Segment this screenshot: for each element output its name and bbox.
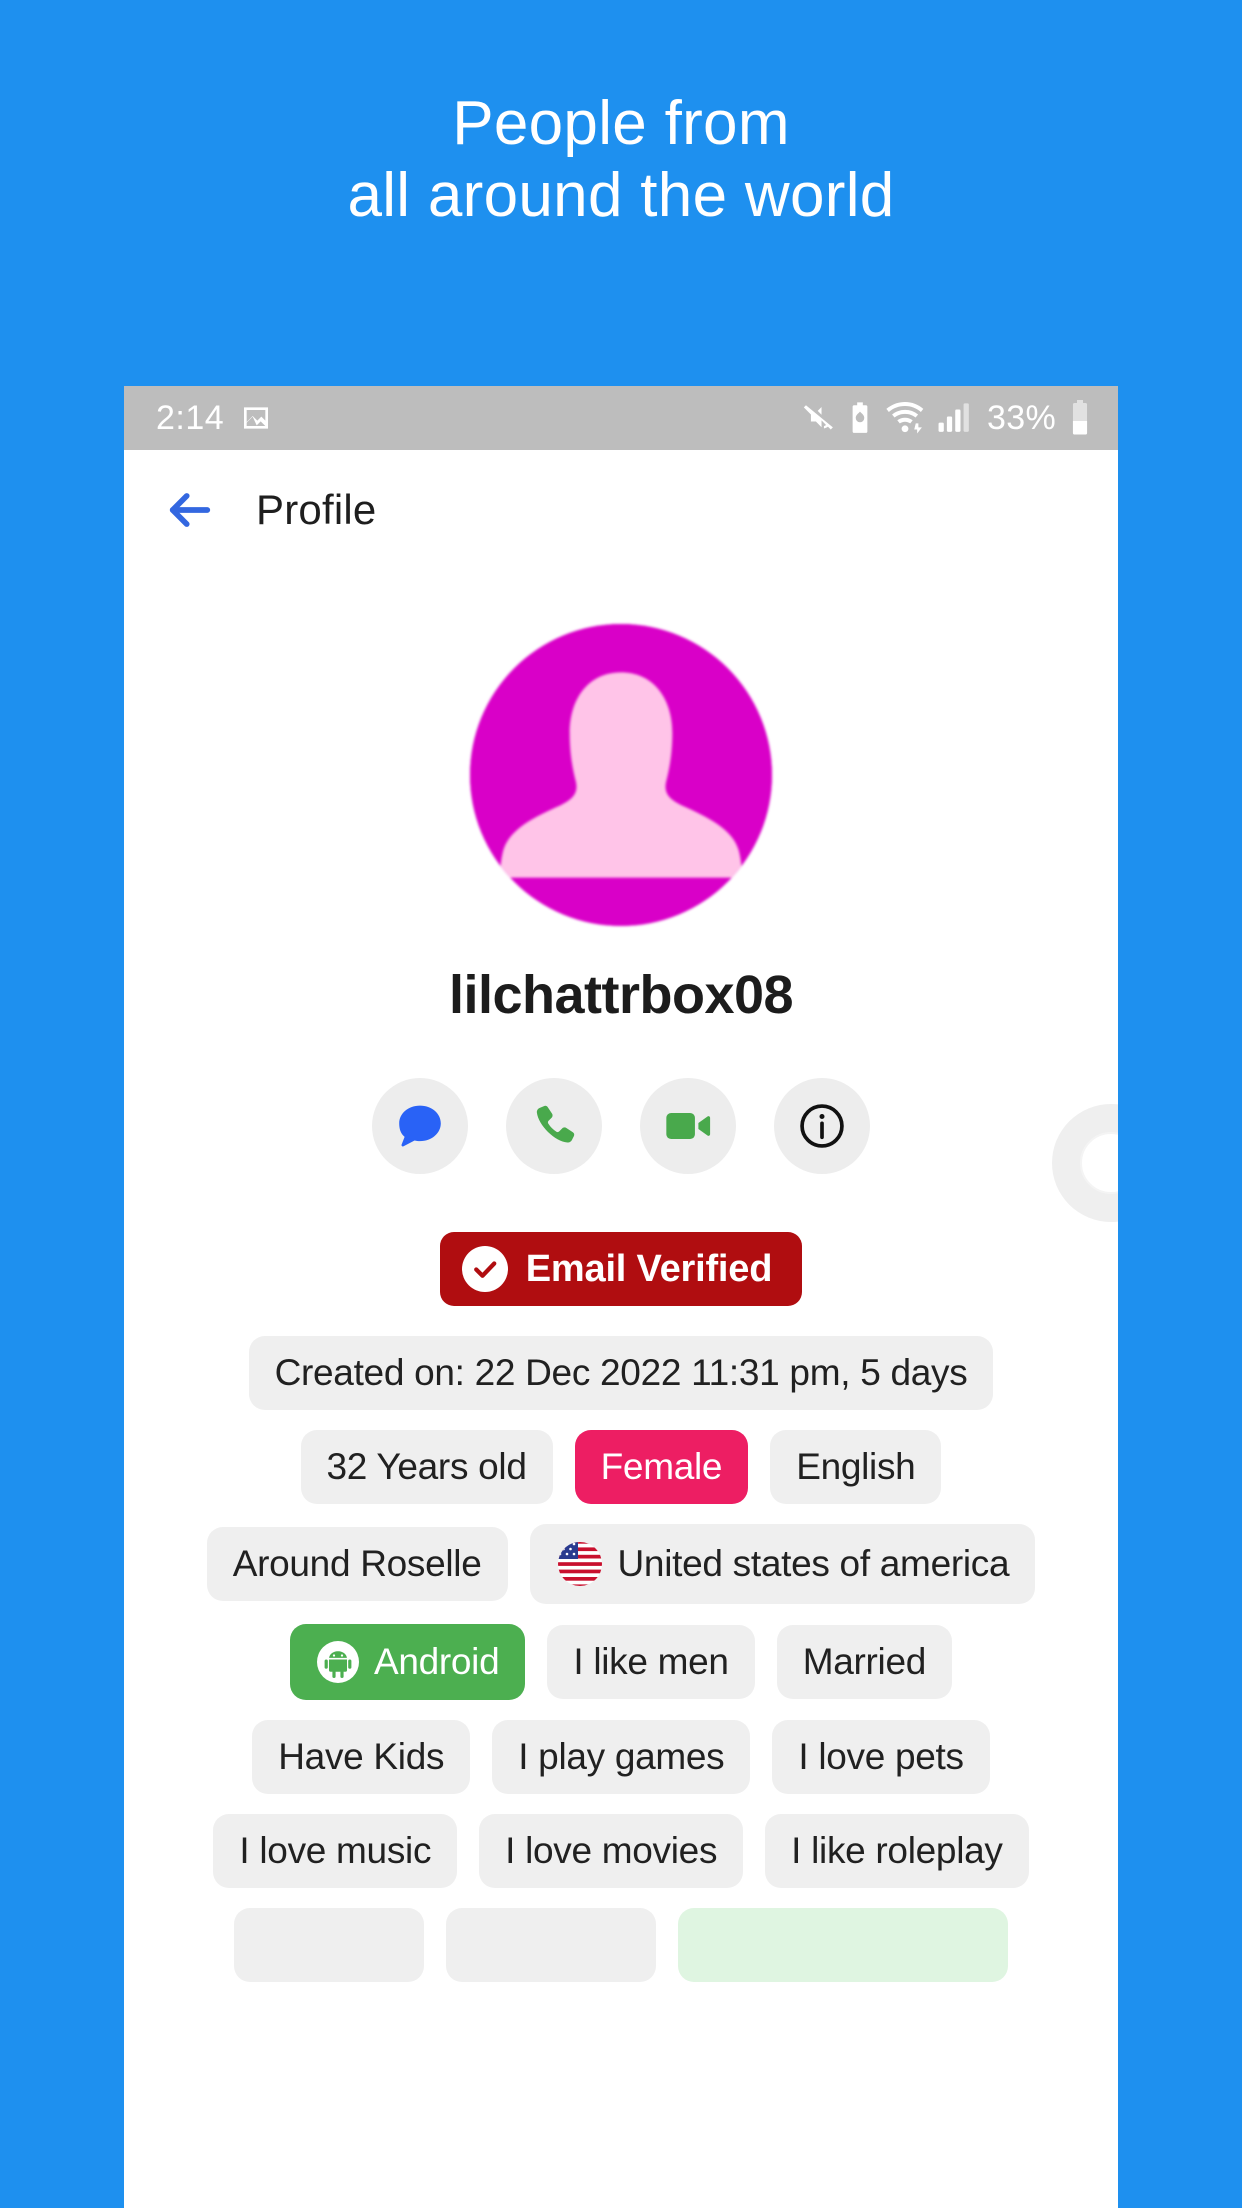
video-camera-icon [666,1113,711,1139]
chip-country[interactable]: United states of america [529,1524,1036,1604]
ring-icon [1080,1132,1118,1194]
chip-label: Female [600,1446,723,1487]
mute-icon [803,405,833,430]
chip-language[interactable]: English [770,1430,942,1504]
chip-label: Around Roselle [232,1543,482,1584]
us-flag-icon [557,1542,602,1586]
status-bar-right: 33% [801,399,1092,438]
chip-row: Have Kids I play games I love pets [150,1720,1092,1794]
promo-headline: People from all around the world [347,89,895,230]
android-robot-icon [316,1641,359,1683]
profile-username: lilchattrbox08 [448,965,794,1025]
chip-platform[interactable]: Android [289,1624,526,1700]
chip-label: I like men [573,1641,729,1682]
chip-row: Created on: 22 Dec 2022 11:31 pm, 5 days [150,1336,1092,1410]
phone-screenshot: 2:14 33% Profile lilchattrbox08 Email Ve… [124,386,1118,2208]
battery-saver-icon [852,402,868,433]
status-badge-label: Email Verified [525,1247,773,1290]
chip-age[interactable]: 32 Years old [300,1430,553,1504]
chip-label: I love music [239,1830,432,1871]
status-badge[interactable]: Email Verified [439,1232,803,1306]
wifi-icon [886,402,924,434]
avatar[interactable] [470,624,772,926]
back-arrow-icon[interactable] [164,484,216,536]
battery-percent: 33% [987,398,1056,437]
chip-row: Around Roselle United states of america [150,1524,1092,1604]
page-title: Profile [256,486,377,533]
chip-label: English [796,1446,916,1487]
chip-label: 32 Years old [326,1446,527,1487]
chip-games[interactable]: I play games [492,1720,751,1794]
chip-relationship[interactable]: Married [776,1625,953,1699]
video-button[interactable] [640,1078,736,1174]
chip-label: I love pets [798,1736,964,1777]
chip-label: Created on: 22 Dec 2022 11:31 pm, 5 days [274,1352,968,1393]
chip-music[interactable]: I love music [213,1814,458,1888]
chip-city[interactable]: Around Roselle [206,1527,508,1601]
chip-roleplay[interactable]: I like roleplay [765,1814,1029,1888]
chip-movies[interactable]: I love movies [479,1814,744,1888]
chip-label: United states of america [617,1543,1010,1584]
status-bar: 2:14 33% [124,386,1118,450]
profile-attribute-chips: Created on: 22 Dec 2022 11:31 pm, 5 days… [124,1336,1118,1982]
call-button[interactable] [506,1078,602,1174]
app-bar: Profile [124,450,1118,570]
chip-row: Android I like men Married [150,1624,1092,1700]
chip-partial-2[interactable] [446,1908,656,1982]
chip-partial-1[interactable] [234,1908,424,1982]
verified-badge-container: Email Verified [124,1232,1118,1306]
chip-label: Android [373,1641,500,1682]
chip-created-on[interactable]: Created on: 22 Dec 2022 11:31 pm, 5 days [248,1336,994,1410]
chip-label: I play games [518,1736,725,1777]
signal-icon [938,403,969,432]
message-button[interactable] [372,1078,468,1174]
chip-pets[interactable]: I love pets [772,1720,990,1794]
chip-label: I love movies [505,1830,718,1871]
avatar-container [124,624,1118,926]
chip-row: I love music I love movies I like rolepl… [150,1814,1092,1888]
person-placeholder-icon [470,624,772,926]
chip-label: Have Kids [278,1736,445,1777]
info-circle-icon [800,1104,844,1148]
chip-label: I like roleplay [791,1830,1003,1871]
chip-row-partial [150,1908,1092,1982]
chip-gender[interactable]: Female [574,1430,749,1504]
chip-row: 32 Years old Female English [150,1430,1092,1504]
chat-bubble-icon [399,1105,441,1147]
check-circle-icon [461,1246,508,1292]
chip-partial-3[interactable] [678,1908,1008,1982]
image-icon [244,407,269,429]
status-bar-left: 2:14 [156,399,272,438]
profile-action-bar [124,1078,1118,1174]
chip-preference[interactable]: I like men [547,1625,755,1699]
phone-icon [536,1105,575,1143]
status-time: 2:14 [156,398,225,437]
chip-label: Married [802,1641,927,1682]
chip-kids[interactable]: Have Kids [252,1720,471,1794]
info-button[interactable] [774,1078,870,1174]
battery-icon [1072,400,1088,435]
